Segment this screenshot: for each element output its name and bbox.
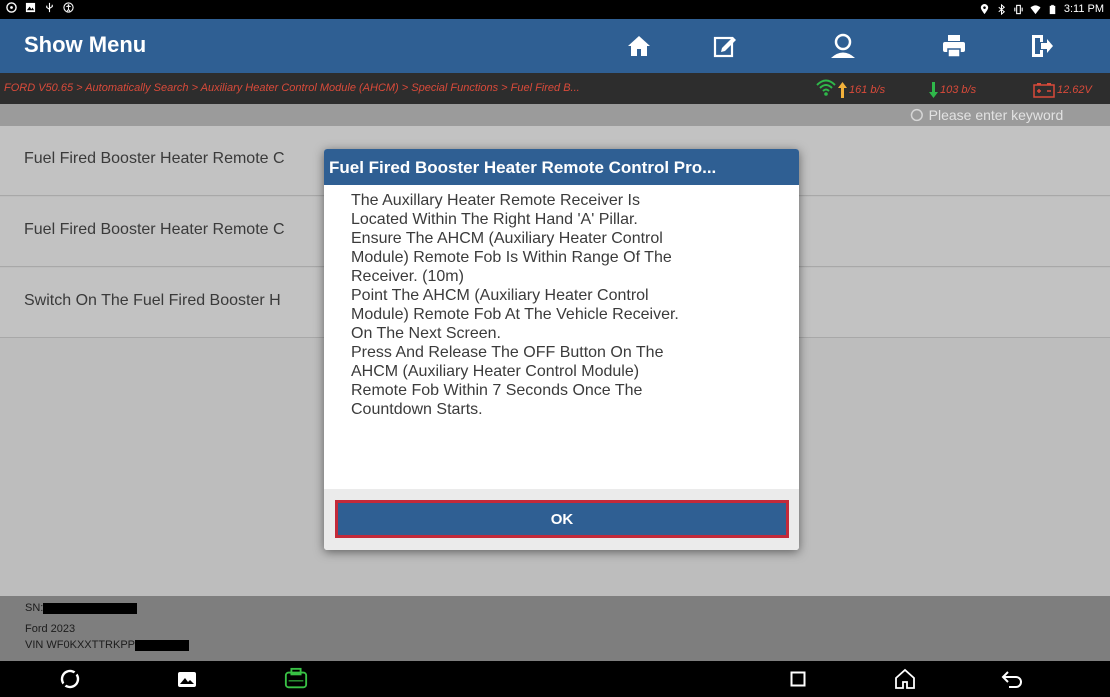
recents-button[interactable]: [786, 667, 810, 691]
search-input[interactable]: [928, 107, 1110, 123]
list-item-label: Fuel Fired Booster Heater Remote C: [24, 150, 285, 167]
message-icon: [6, 2, 17, 13]
app-header: Show Menu: [0, 19, 1110, 73]
voltage-value: 12.62V: [1057, 84, 1092, 96]
vehicle-info: Ford 2023: [25, 623, 76, 635]
vin-label: VIN WF0KXXTTRKPP: [25, 639, 136, 651]
dialog-title: Fuel Fired Booster Heater Remote Control…: [324, 149, 799, 185]
dialog-line: Ensure The AHCM (Auxiliary Heater Contro…: [351, 230, 663, 247]
upload-rate-value: 161 b/s: [849, 84, 886, 96]
list-item-label: Fuel Fired Booster Heater Remote C: [24, 221, 285, 238]
status-time: 3:11 PM: [1063, 3, 1104, 15]
user-button[interactable]: [815, 26, 871, 66]
browser-button[interactable]: [58, 667, 82, 691]
upload-rate: 161 b/s: [838, 82, 885, 98]
vehicle-info-footer: SN: Ford 2023 VIN WF0KXXTTRKPP: [0, 596, 1110, 661]
redacted-serial: [43, 602, 138, 614]
print-button[interactable]: [926, 26, 982, 66]
sn-label: SN:: [25, 602, 44, 614]
dialog-line: The Auxillary Heater Remote Receiver Is: [351, 192, 640, 209]
home-nav-button[interactable]: [893, 667, 917, 691]
download-rate: 103 b/s: [929, 82, 976, 98]
gallery-button[interactable]: [175, 667, 199, 691]
breadcrumb-bar: FORD V50.65 > Automatically Search > Aux…: [0, 73, 1110, 104]
status-bar: 3:11 PM: [0, 0, 1110, 19]
dialog-line: Press And Release The OFF Button On The: [351, 344, 664, 361]
dialog-message: The Auxillary Heater Remote Receiver Is …: [351, 191, 791, 419]
recents-icon: [790, 671, 806, 687]
accessibility-icon: [63, 2, 74, 13]
dialog-line: Countdown Starts.: [351, 401, 483, 418]
battery-icon: [1049, 4, 1056, 14]
user-icon: [831, 33, 855, 58]
signal-icon: [816, 79, 836, 96]
upload-arrow-icon: [838, 82, 847, 98]
home-icon: [628, 36, 650, 56]
image-icon: [25, 2, 36, 13]
vci-button[interactable]: [284, 667, 308, 691]
dialog-line: Module) Remote Fob At The Vehicle Receiv…: [351, 306, 679, 323]
gallery-icon: [178, 671, 196, 687]
dialog-line: On The Next Screen.: [351, 325, 501, 342]
dialog-line: Remote Fob Within 7 Seconds Once The: [351, 382, 643, 399]
dialog-line: Module) Remote Fob Is Within Range Of Th…: [351, 249, 672, 266]
search-icon: [910, 108, 923, 121]
search-bar: [0, 104, 1110, 126]
usb-icon: [46, 2, 53, 13]
download-arrow-icon: [929, 82, 938, 98]
report-button[interactable]: [697, 26, 753, 66]
back-icon: [1001, 671, 1022, 688]
info-dialog: Fuel Fired Booster Heater Remote Control…: [324, 149, 799, 550]
car-battery-icon: [1033, 83, 1055, 98]
vibrate-icon: [1014, 4, 1023, 14]
dialog-footer: OK: [324, 489, 799, 550]
wifi-icon: [1030, 4, 1041, 14]
home-icon: [895, 668, 915, 689]
voltage: 12.62V: [1033, 82, 1092, 98]
dialog-line: Located Within The Right Hand 'A' Pillar…: [351, 211, 638, 228]
page-title: Show Menu: [24, 32, 147, 57]
vci-icon: [284, 667, 308, 689]
dialog-line: AHCM (Auxiliary Heater Control Module): [351, 363, 640, 380]
edit-report-icon: [713, 36, 736, 58]
dialog-line: Receiver. (10m): [351, 268, 464, 285]
list-item-label: Switch On The Fuel Fired Booster H: [24, 292, 281, 309]
home-button[interactable]: [611, 26, 667, 66]
location-icon: [980, 3, 989, 14]
exit-icon: [1032, 35, 1053, 57]
search-box[interactable]: [906, 106, 1110, 124]
browser-icon: [60, 669, 80, 689]
breadcrumb: FORD V50.65 > Automatically Search > Aux…: [4, 82, 580, 94]
navigation-bar: [0, 661, 1110, 697]
print-icon: [943, 35, 965, 58]
download-rate-value: 103 b/s: [940, 84, 977, 96]
dialog-line: Point The AHCM (Auxiliary Heater Control: [351, 287, 649, 304]
back-button[interactable]: [1000, 667, 1024, 691]
ok-button[interactable]: OK: [335, 500, 789, 538]
exit-button[interactable]: [1013, 26, 1069, 66]
bluetooth-icon: [998, 3, 1005, 15]
redacted-vin: [135, 639, 190, 651]
